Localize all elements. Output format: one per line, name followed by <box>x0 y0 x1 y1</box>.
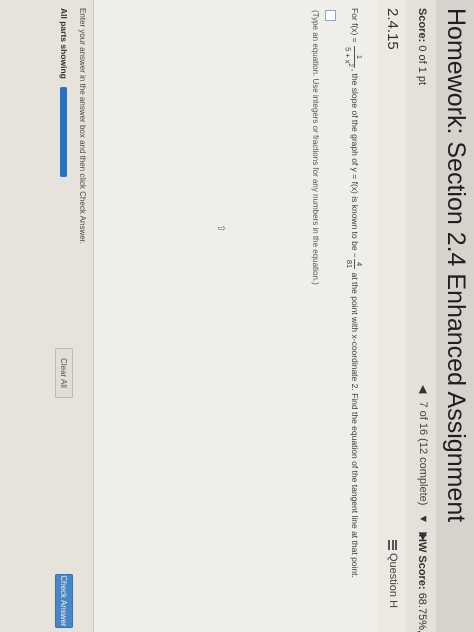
answer-input[interactable] <box>325 10 336 21</box>
page-title: Homework: Section 2.4 Enhanced Assignmen… <box>442 8 470 523</box>
pointer-cursor-icon: ⇧ <box>215 224 226 233</box>
function-fraction: 15 + x2 <box>344 46 365 68</box>
problem-text-before: For f(x) = <box>350 8 360 46</box>
problem-statement: For f(x) = 15 + x2, the slope of the gra… <box>344 8 366 628</box>
question-navigation: ◀ 7 of 16 (12 complete) ▼ ▶ <box>417 385 430 541</box>
function-denominator: 5 + x2 <box>344 46 355 68</box>
slope-numerator: 4 <box>353 258 364 270</box>
hw-score-label: HW Score: <box>416 534 428 590</box>
slope-fraction: 4 81 <box>344 258 364 270</box>
slope-denominator: 81 <box>344 259 354 269</box>
function-denominator-base: 5 + x <box>344 47 353 64</box>
grid-icon <box>388 540 398 550</box>
hw-score: HW Score: 68.75%, 1 <box>416 534 428 632</box>
answer-hint: (Type an equation. Use integers or fract… <box>311 10 320 285</box>
clear-all-button[interactable]: Clear All <box>55 348 73 398</box>
parts-showing: All parts showing <box>59 8 69 177</box>
score-label: Score: <box>416 8 428 43</box>
app-window: Homework: Section 2.4 Enhanced Assignmen… <box>0 0 474 632</box>
question-progress-text: 7 of 16 (12 complete) <box>417 401 430 506</box>
question-help-button[interactable]: Question H <box>387 540 399 608</box>
footer-bar: Enter your answer in the answer box and … <box>0 0 94 632</box>
problem-text-middle: , the slope of the graph of y = f(x) is … <box>350 68 360 258</box>
problem-text-after: at the point with x-coordinate 2. Find t… <box>350 270 360 578</box>
function-denominator-exponent: 2 <box>347 63 354 67</box>
score-bar: Score: 0 of 1 pt ◀ 7 of 16 (12 complete)… <box>405 0 436 632</box>
previous-question-icon[interactable]: ◀ <box>417 385 430 393</box>
score-value: 0 of 1 pt <box>416 45 428 86</box>
question-list-dropdown-icon[interactable]: ▼ <box>418 513 430 524</box>
hw-score-value: 68.75%, 1 <box>416 592 428 632</box>
question-help-label: Question H <box>387 553 399 609</box>
header-bar: Homework: Section 2.4 Enhanced Assignmen… <box>435 0 474 632</box>
check-answer-button[interactable]: Check Answer <box>55 574 73 628</box>
parts-showing-label: All parts showing <box>59 8 69 79</box>
function-numerator: 1 <box>354 46 365 68</box>
answer-instructions: Enter your answer in the answer box and … <box>78 8 87 245</box>
question-number: 2.4.15 <box>384 8 401 50</box>
section-bar: 2.4.15 Question H <box>377 0 406 632</box>
score: Score: 0 of 1 pt <box>416 8 428 85</box>
parts-progress-bar <box>60 86 68 177</box>
parts-progress-fill <box>60 86 68 177</box>
